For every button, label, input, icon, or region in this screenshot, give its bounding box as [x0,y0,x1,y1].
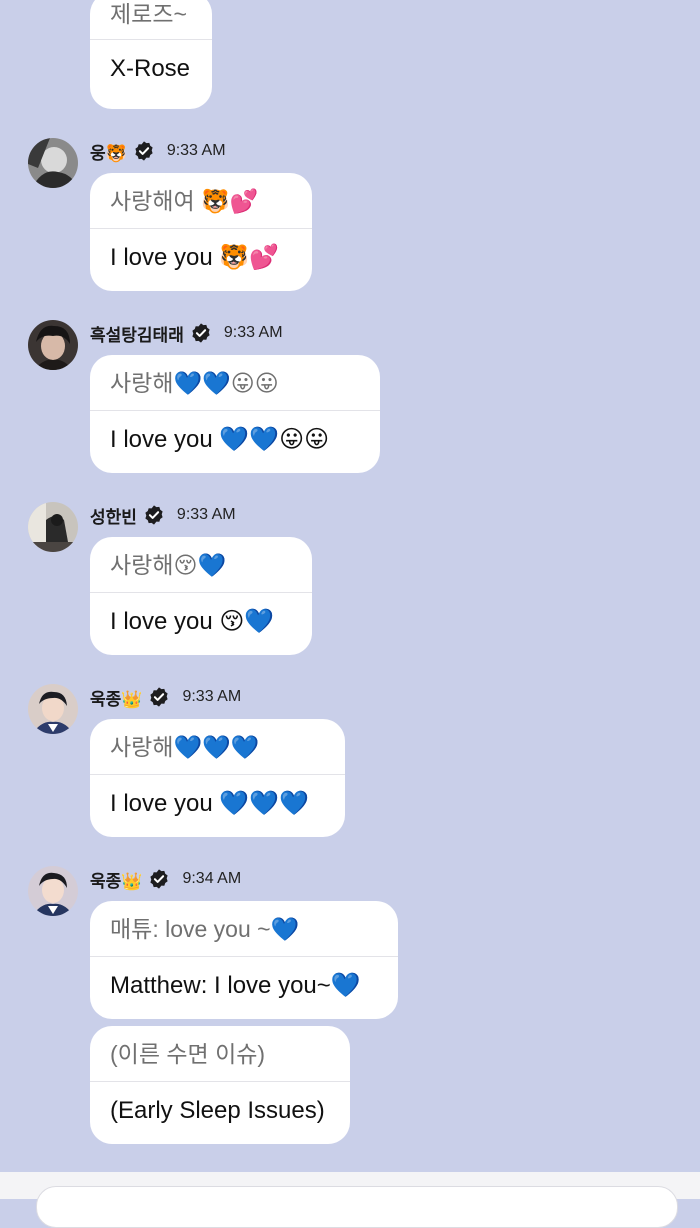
original-text: 사랑해💙💙💙 [90,719,345,775]
message-time: 9:33 AM [166,142,226,159]
original-text: 사랑해💙💙😛😛 [90,355,380,411]
translated-text: Matthew: I love you~💙 [110,972,361,999]
sender-name[interactable]: 웅🐯 [90,139,127,164]
message-header: 흑설탕김태래 9:33 AM [90,320,283,346]
original-text: 사랑해여 🐯💕 [90,173,312,229]
message-bubble[interactable]: 매튜: love you ~💙 Matthew: I love you~💙 [90,901,398,1019]
verified-badge-icon [192,323,210,343]
message-header: 성한빈 9:33 AM [90,502,236,528]
original-text: 제로즈~ [90,0,212,40]
avatar[interactable] [28,138,78,188]
verified-badge-icon [135,141,153,161]
chat-thread[interactable]: 제로즈~ X-Rose 웅🐯 9:33 AM 사랑해여 🐯💕 I love yo… [0,0,700,1172]
message-bubble[interactable]: 사랑해😚💙 I love you 😚💙 [90,537,312,655]
original-text: (이른 수면 이슈) [90,1026,350,1082]
translated-text: I love you 💙💙😛😛 [110,426,330,453]
message-bubble[interactable]: 사랑해💙💙💙 I love you 💙💙💙 [90,719,345,837]
message-time: 9:33 AM [223,324,283,341]
avatar[interactable] [28,320,78,370]
message-header: 웅🐯 9:33 AM [90,138,226,164]
original-text: 매튜: love you ~💙 [90,901,398,957]
message-bubble[interactable]: 사랑해💙💙😛😛 I love you 💙💙😛😛 [90,355,380,473]
sender-name[interactable]: 욱종👑 [90,685,142,710]
message-time: 9:33 AM [176,506,236,523]
verified-badge-icon [150,869,169,889]
translated-text: I love you 💙💙💙 [110,790,310,817]
translated-text: X-Rose [110,55,191,82]
message-bubble[interactable]: (이른 수면 이슈) (Early Sleep Issues) [90,1026,350,1144]
avatar[interactable] [28,502,78,552]
sender-name[interactable]: 성한빈 [90,503,137,528]
message-input[interactable] [36,1186,678,1228]
message-header: 욱종👑 9:33 AM [90,684,241,710]
avatar[interactable] [28,684,78,734]
composer-bar [0,1172,700,1228]
translated-text: I love you 😚💙 [110,608,275,635]
translated-text: I love you 🐯💕 [110,244,280,271]
avatar[interactable] [28,866,78,916]
verified-badge-icon [145,505,163,525]
translated-text: (Early Sleep Issues) [110,1097,325,1124]
message-time: 9:33 AM [182,688,242,705]
message-bubble[interactable]: 사랑해여 🐯💕 I love you 🐯💕 [90,173,312,291]
original-text: 사랑해😚💙 [90,537,312,593]
verified-badge-icon [150,687,169,707]
sender-name[interactable]: 욱종👑 [90,867,142,892]
message-header: 욱종👑 9:34 AM [90,866,241,892]
message-time: 9:34 AM [182,870,242,887]
message-bubble[interactable]: 제로즈~ X-Rose [90,0,212,109]
sender-name[interactable]: 흑설탕김태래 [90,321,184,346]
